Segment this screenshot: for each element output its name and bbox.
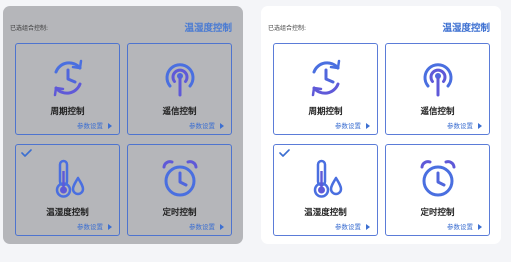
card-temp-humidity-control[interactable]: 温湿度控制 参数设置	[15, 144, 120, 236]
arrow-right-icon	[220, 224, 224, 230]
param-settings-label: 参数设置	[447, 223, 473, 231]
param-settings-link[interactable]: 参数设置	[335, 120, 370, 130]
control-mode-screen: 已选组合控制: 温湿度控制 周期控制 参数设置 遥信控制 参数设置 温湿度控制 …	[0, 0, 511, 262]
card-label: 周期控制	[308, 107, 343, 117]
param-settings-link[interactable]: 参数设置	[189, 120, 224, 130]
alarm-clock-icon	[162, 160, 197, 197]
card-label: 周期控制	[50, 107, 85, 117]
arrow-right-icon	[478, 123, 482, 129]
thermometer-drop-icon	[55, 159, 84, 198]
param-settings-link[interactable]: 参数设置	[447, 221, 482, 231]
signal-broadcast-icon	[423, 63, 452, 97]
param-settings-label: 参数设置	[77, 122, 103, 130]
param-settings-link[interactable]: 参数设置	[77, 120, 112, 130]
signal-broadcast-icon	[165, 63, 194, 97]
cycle-clock-icon	[53, 59, 82, 97]
param-settings-label: 参数设置	[77, 223, 103, 231]
card-label: 定时控制	[162, 208, 197, 218]
arrow-right-icon	[108, 224, 112, 230]
selected-mode-value: 温湿度控制	[442, 23, 490, 34]
param-settings-label: 参数设置	[189, 122, 215, 130]
card-timer-control[interactable]: 定时控制 参数设置	[127, 144, 232, 236]
control-panel-pressed[interactable]: 已选组合控制: 温湿度控制 周期控制 参数设置 遥信控制 参数设置 温湿度控制 …	[3, 6, 243, 244]
card-label: 定时控制	[420, 208, 455, 218]
card-label: 遥信控制	[162, 107, 197, 117]
card-remote-signal-control[interactable]: 遥信控制 参数设置	[385, 43, 490, 135]
card-cycle-control[interactable]: 周期控制 参数设置	[15, 43, 120, 135]
selected-combo-label: 已选组合控制:	[10, 25, 49, 32]
cycle-clock-icon	[311, 59, 340, 97]
param-settings-link[interactable]: 参数设置	[189, 221, 224, 231]
param-settings-link[interactable]: 参数设置	[335, 221, 370, 231]
param-settings-label: 参数设置	[447, 122, 473, 130]
card-label: 温湿度控制	[304, 208, 347, 218]
card-cycle-control[interactable]: 周期控制 参数设置	[273, 43, 378, 135]
param-settings-link[interactable]: 参数设置	[77, 221, 112, 231]
param-settings-label: 参数设置	[335, 223, 361, 231]
arrow-right-icon	[478, 224, 482, 230]
thermometer-drop-icon	[313, 159, 342, 198]
card-timer-control[interactable]: 定时控制 参数设置	[385, 144, 490, 236]
arrow-right-icon	[220, 123, 224, 129]
selected-mode-value: 温湿度控制	[184, 23, 232, 34]
param-settings-label: 参数设置	[189, 223, 215, 231]
control-panel-normal[interactable]: 已选组合控制: 温湿度控制 周期控制 参数设置 遥信控制 参数设置 温湿度控制 …	[261, 6, 501, 244]
check-icon	[21, 149, 32, 157]
arrow-right-icon	[108, 123, 112, 129]
param-settings-label: 参数设置	[335, 122, 361, 130]
arrow-right-icon	[366, 224, 370, 230]
param-settings-link[interactable]: 参数设置	[447, 120, 482, 130]
alarm-clock-icon	[420, 160, 455, 197]
card-label: 温湿度控制	[46, 208, 89, 218]
card-temp-humidity-control[interactable]: 温湿度控制 参数设置	[273, 144, 378, 236]
check-icon	[279, 149, 290, 157]
card-remote-signal-control[interactable]: 遥信控制 参数设置	[127, 43, 232, 135]
card-label: 遥信控制	[420, 107, 455, 117]
arrow-right-icon	[366, 123, 370, 129]
selected-combo-label: 已选组合控制:	[268, 25, 307, 32]
